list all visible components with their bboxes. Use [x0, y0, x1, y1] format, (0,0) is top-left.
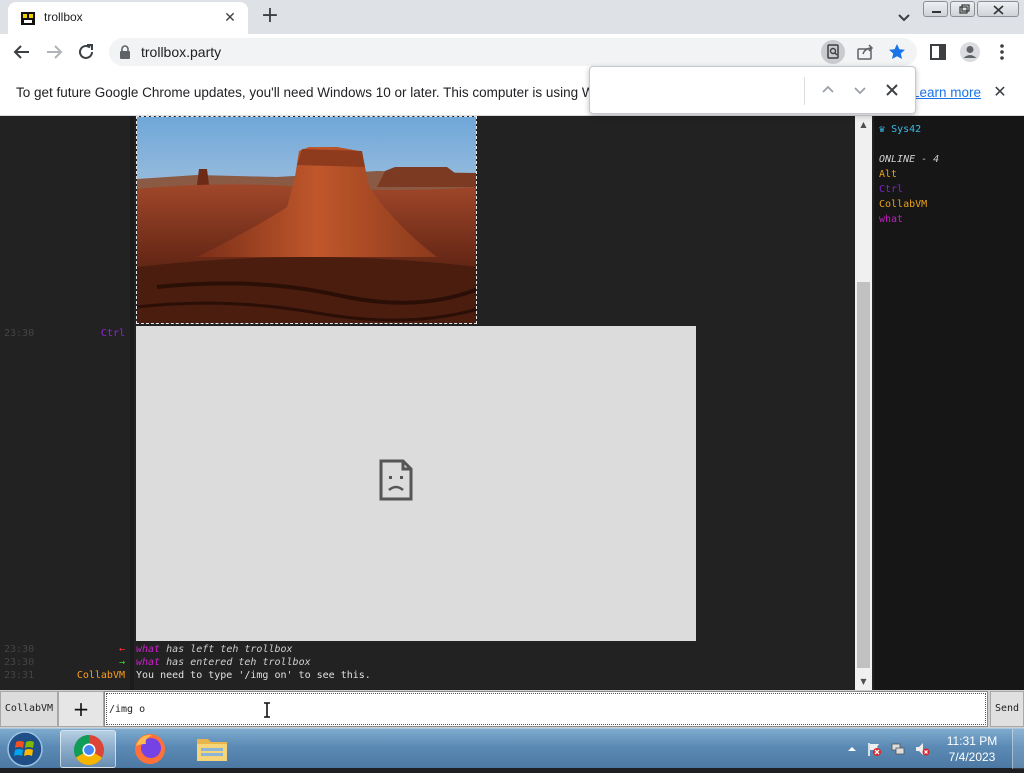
- tab-title: trollbox: [44, 10, 83, 24]
- message-scrollbar[interactable]: ▲ ▼: [855, 116, 872, 690]
- bookmark-star-icon[interactable]: [885, 40, 909, 64]
- trollbox-page: 23:30 Ctrl 23:30 ← what has left teh tro…: [0, 116, 1024, 690]
- nickname-button[interactable]: CollabVM: [0, 691, 58, 727]
- find-close-icon[interactable]: [881, 79, 903, 101]
- tab-close-icon[interactable]: ✕: [220, 8, 240, 28]
- timestamp: 23:31: [4, 670, 35, 681]
- restore-button[interactable]: [950, 1, 975, 17]
- user-list-item[interactable]: CollabVM: [879, 199, 927, 210]
- action-center-flag-icon[interactable]: [866, 741, 882, 757]
- user-list: ♛ Sys42 ONLINE - 4 Alt Ctrl CollabVM wha…: [874, 116, 1024, 690]
- url-text: trollbox.party: [141, 44, 222, 60]
- user-what[interactable]: what: [136, 657, 160, 668]
- system-text: has left teh trollbox: [166, 644, 293, 655]
- send-button[interactable]: Send: [990, 691, 1024, 727]
- menu-dots-icon[interactable]: [990, 40, 1014, 64]
- message-input[interactable]: [104, 691, 988, 727]
- nick-collabvm[interactable]: CollabVM: [77, 670, 125, 681]
- gutter-divider: [130, 116, 134, 690]
- infobar-message: To get future Google Chrome updates, you…: [16, 85, 613, 100]
- close-window-button[interactable]: [977, 1, 1019, 17]
- desert-mesa-picture: [137, 117, 476, 323]
- trollbox-favicon-icon: [21, 12, 35, 25]
- broken-image-placeholder: [136, 326, 696, 641]
- windows-taskbar: 11:31 PM 7/4/2023: [0, 728, 1024, 769]
- new-tab-button[interactable]: +: [258, 5, 282, 29]
- side-panel-icon[interactable]: [926, 40, 950, 64]
- self-username: Sys42: [891, 124, 922, 135]
- user-what[interactable]: what: [136, 644, 160, 655]
- user-list-item[interactable]: Ctrl: [879, 184, 903, 195]
- learn-more-link[interactable]: Learn more: [912, 85, 981, 100]
- system-message-entered: what has entered teh trollbox: [136, 657, 311, 668]
- system-message-left: what has left teh trollbox: [136, 644, 293, 655]
- clock-date: 7/4/2023: [948, 750, 996, 764]
- lock-icon[interactable]: [119, 45, 131, 59]
- message-log: 23:30 Ctrl 23:30 ← what has left teh tro…: [0, 116, 855, 690]
- browser-toolbar: trollbox.party: [0, 34, 1024, 70]
- find-previous-icon[interactable]: [817, 79, 839, 101]
- minimize-button[interactable]: [923, 1, 948, 17]
- find-bar: [589, 66, 916, 114]
- system-text: has entered teh trollbox: [166, 657, 311, 668]
- firefox-icon: [135, 734, 165, 764]
- text-cursor-icon: [264, 702, 270, 718]
- close-window-icon: [993, 5, 1004, 15]
- user-list-item[interactable]: what: [879, 214, 903, 225]
- find-in-page-icon[interactable]: [821, 40, 845, 64]
- reload-icon[interactable]: [74, 40, 98, 64]
- find-input[interactable]: [600, 77, 800, 103]
- forward-arrow-icon[interactable]: [42, 40, 66, 64]
- broken-image-icon: [379, 459, 413, 501]
- network-icon[interactable]: [890, 741, 906, 757]
- self-user[interactable]: ♛ Sys42: [879, 124, 921, 135]
- desert-mesa-image[interactable]: [136, 116, 477, 324]
- folder-icon: [197, 739, 227, 761]
- show-desktop-button[interactable]: [1012, 729, 1024, 769]
- plus-button[interactable]: +: [58, 691, 104, 727]
- timestamp: 23:30: [4, 657, 35, 668]
- chrome-icon: [73, 735, 104, 766]
- taskbar-firefox[interactable]: [122, 730, 178, 768]
- share-icon[interactable]: [853, 40, 877, 64]
- back-arrow-icon[interactable]: [10, 40, 34, 64]
- user-list-item[interactable]: Alt: [879, 169, 897, 180]
- scroll-up-icon[interactable]: ▲: [855, 116, 872, 133]
- system-clock[interactable]: 11:31 PM 7/4/2023: [940, 733, 1004, 765]
- taskbar-explorer[interactable]: [184, 730, 240, 768]
- online-count: ONLINE - 4: [879, 154, 940, 165]
- timestamp: 23:30: [4, 644, 35, 655]
- left-arrow-icon: ←: [118, 644, 125, 655]
- find-next-icon[interactable]: [849, 79, 871, 101]
- start-orb-icon[interactable]: [5, 730, 45, 768]
- address-bar[interactable]: trollbox.party: [109, 38, 917, 66]
- infobar-close-icon[interactable]: ✕: [990, 82, 1010, 102]
- scroll-down-icon[interactable]: ▼: [855, 673, 872, 690]
- message-text: You need to type '/img on' to see this.: [136, 670, 371, 681]
- right-arrow-icon: →: [118, 657, 125, 668]
- nick-ctrl[interactable]: Ctrl: [101, 328, 125, 339]
- window-controls: [921, 1, 1019, 19]
- volume-muted-icon[interactable]: [914, 741, 930, 757]
- scroll-thumb[interactable]: [857, 282, 870, 668]
- minimize-icon: [932, 11, 941, 13]
- timestamp: 23:30: [4, 328, 35, 339]
- chat-input-bar: CollabVM + Send: [0, 690, 1024, 728]
- find-divider: [804, 77, 805, 105]
- clock-time: 11:31 PM: [946, 734, 998, 748]
- restore-icon: [959, 4, 970, 14]
- user-icon: ♛: [879, 124, 886, 135]
- tab-trollbox[interactable]: trollbox ✕: [8, 2, 248, 34]
- taskbar-chrome[interactable]: [60, 730, 116, 768]
- profile-avatar-icon[interactable]: [958, 40, 982, 64]
- show-hidden-icons-icon[interactable]: [844, 741, 860, 757]
- tab-strip: trollbox ✕ +: [0, 0, 1024, 34]
- tab-search-chevron-icon[interactable]: [894, 7, 914, 27]
